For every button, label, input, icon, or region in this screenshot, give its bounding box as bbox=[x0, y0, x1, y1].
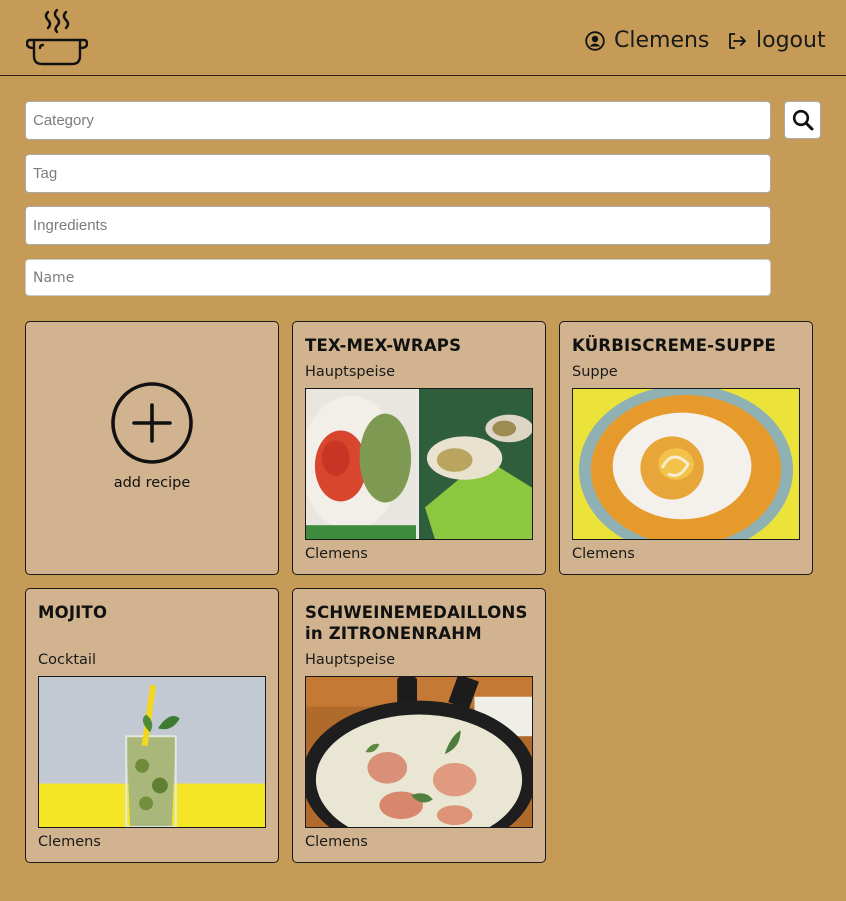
recipe-author: Clemens bbox=[38, 834, 101, 850]
recipe-card[interactable]: SCHWEINEMEDAILLONS in ZITRONENRAHM Haupt… bbox=[292, 588, 546, 863]
category-field[interactable] bbox=[25, 101, 771, 140]
recipe-image[interactable] bbox=[572, 388, 800, 540]
recipe-category: Hauptspeise bbox=[305, 652, 396, 668]
recipe-title[interactable]: MOJITO bbox=[38, 602, 270, 623]
add-recipe-label: add recipe bbox=[113, 475, 191, 491]
recipe-author: Clemens bbox=[572, 546, 635, 562]
logout-icon bbox=[729, 32, 746, 49]
recipe-author: Clemens bbox=[305, 546, 368, 562]
user-circle-icon bbox=[585, 30, 605, 51]
recipe-title[interactable]: SCHWEINEMEDAILLONS in ZITRONENRAHM bbox=[305, 602, 537, 644]
tag-field[interactable] bbox=[25, 154, 771, 193]
recipe-card[interactable]: TEX-MEX-WRAPS Hauptspeise Clemens bbox=[292, 321, 546, 575]
search-button[interactable] bbox=[784, 101, 821, 139]
recipe-title[interactable]: TEX-MEX-WRAPS bbox=[305, 335, 537, 356]
add-recipe-card[interactable]: add recipe bbox=[25, 321, 279, 575]
logout-label: logout bbox=[756, 28, 826, 53]
cooking-pot-icon[interactable] bbox=[26, 8, 88, 68]
recipe-photo-mojito bbox=[39, 677, 265, 827]
recipe-title[interactable]: KÜRBISCREME-SUPPE bbox=[572, 335, 804, 356]
recipe-card[interactable]: MOJITO Cocktail Clemens bbox=[25, 588, 279, 863]
recipe-card[interactable]: KÜRBISCREME-SUPPE Suppe Clemens bbox=[559, 321, 813, 575]
recipe-photo-wraps bbox=[306, 389, 532, 539]
recipe-category: Cocktail bbox=[38, 652, 96, 668]
recipe-author: Clemens bbox=[305, 834, 368, 850]
user-menu[interactable]: Clemens bbox=[585, 28, 709, 53]
recipe-category: Suppe bbox=[572, 364, 618, 380]
recipe-image[interactable] bbox=[305, 676, 533, 828]
recipe-image[interactable] bbox=[305, 388, 533, 540]
logout-button[interactable]: logout bbox=[727, 28, 826, 53]
app-header: Clemens logout bbox=[0, 0, 846, 76]
user-name: Clemens bbox=[614, 28, 710, 53]
recipe-photo-soup bbox=[573, 389, 799, 539]
recipe-category: Hauptspeise bbox=[305, 364, 396, 380]
recipe-photo-medallions bbox=[306, 677, 532, 827]
recipe-image[interactable] bbox=[38, 676, 266, 828]
ingredients-field[interactable] bbox=[25, 206, 771, 245]
plus-circle-icon bbox=[111, 382, 193, 464]
search-icon bbox=[792, 109, 813, 131]
name-field[interactable] bbox=[25, 259, 771, 296]
